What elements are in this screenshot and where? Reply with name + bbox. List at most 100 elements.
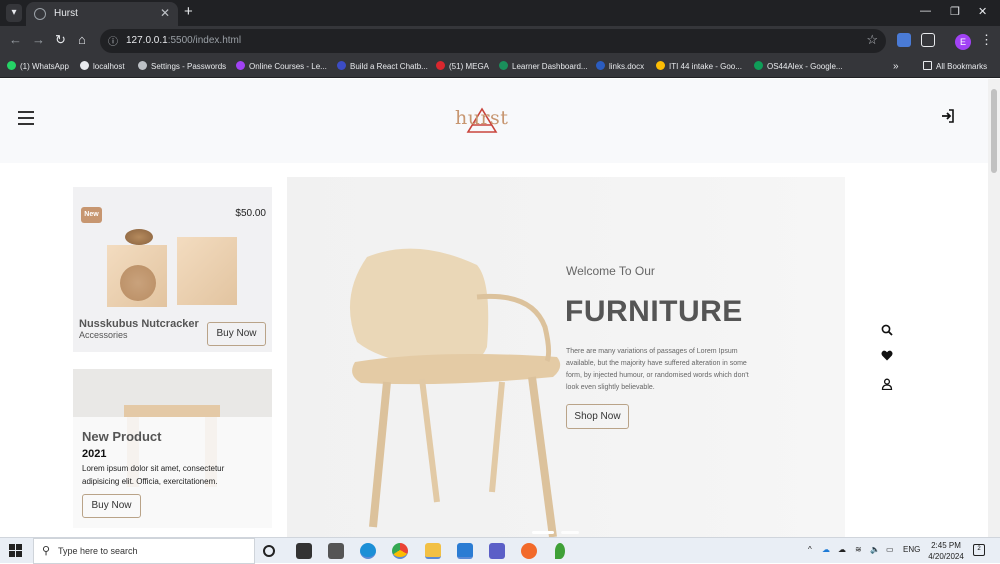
language-indicator[interactable]: ENG <box>903 545 920 554</box>
google-sheets-icon <box>754 61 763 70</box>
carousel-indicators <box>532 521 602 534</box>
taskbar-clock[interactable]: 2:45 PM 4/20/2024 <box>924 540 968 562</box>
product-category: Accessories <box>79 330 128 340</box>
tray-overflow-icon[interactable]: ^ <box>808 545 812 554</box>
profile-avatar[interactable]: E <box>955 34 971 50</box>
teams-icon[interactable] <box>489 543 505 559</box>
mail-icon[interactable] <box>328 543 344 559</box>
product-card-nutcracker[interactable]: New $50.00 Nusskubus Nutcracker Accessor… <box>73 187 272 352</box>
walnut-image <box>125 229 153 245</box>
new-tab-button[interactable]: + <box>184 3 193 20</box>
site-icon <box>337 61 346 70</box>
address-url[interactable]: 127.0.0.1:5500/index.html <box>126 35 241 46</box>
bookmark-item[interactable]: OS44Alex - Google... <box>754 60 843 74</box>
hero-banner: Welcome To Our FURNITURE There are many … <box>287 177 845 537</box>
site-header: hurst <box>0 79 988 163</box>
side-action-icons <box>881 324 895 394</box>
folder-icon <box>923 61 932 70</box>
home-button[interactable]: ⌂ <box>78 32 86 47</box>
clock-date: 4/20/2024 <box>928 552 964 561</box>
new-product-year: 2021 <box>82 448 107 460</box>
buy-now-button[interactable]: Buy Now <box>207 322 266 346</box>
all-bookmarks-folder[interactable]: All Bookmarks <box>923 60 987 74</box>
close-tab-icon[interactable]: ✕ <box>160 6 170 20</box>
web-page: hurst New $50.00 Nusskubus Nutcracker Ac… <box>0 79 988 537</box>
bookmark-label: OS44Alex - Google... <box>767 62 843 71</box>
bookmark-item[interactable]: Learner Dashboard... <box>499 60 588 74</box>
battery-icon[interactable]: ▭ <box>886 545 894 554</box>
address-bar[interactable]: ⓘ 127.0.0.1:5500/index.html ☆ <box>100 29 886 53</box>
bookmark-star-icon[interactable]: ☆ <box>866 32 878 48</box>
close-window-button[interactable]: ✕ <box>978 5 987 18</box>
bookmark-label: (51) MEGA <box>449 62 490 71</box>
bookmarks-overflow-icon[interactable]: » <box>893 60 899 74</box>
scrollbar-thumb[interactable] <box>991 89 997 173</box>
bookmark-item[interactable]: links.docx <box>596 60 644 74</box>
bookmark-item[interactable]: Online Courses - Le... <box>236 60 327 74</box>
logo-text: hurst <box>455 107 509 129</box>
hero-welcome-text: Welcome To Our <box>566 264 655 278</box>
search-icon[interactable] <box>881 324 893 339</box>
cloud-icon[interactable]: ☁ <box>838 545 846 554</box>
bookmark-item[interactable]: (51) MEGA <box>436 60 489 74</box>
heart-icon[interactable] <box>881 350 893 364</box>
bookmark-label: Build a React Chatb... <box>350 62 428 71</box>
minimize-button[interactable]: — <box>920 5 931 17</box>
new-badge: New <box>81 207 102 223</box>
restore-button[interactable]: ❐ <box>950 5 960 18</box>
notification-center-icon[interactable]: 2 <box>973 544 985 556</box>
bookmark-item[interactable]: ITI 44 intake - Goo... <box>656 60 742 74</box>
shop-now-button[interactable]: Shop Now <box>566 404 629 429</box>
extensions-puzzle-icon[interactable] <box>921 33 935 47</box>
task-view-icon[interactable] <box>263 545 275 557</box>
bookmark-label: Online Courses - Le... <box>249 62 327 71</box>
bookmark-label: Learner Dashboard... <box>512 62 588 71</box>
bookmark-label: ITI 44 intake - Goo... <box>669 62 742 71</box>
translate-extension-icon[interactable] <box>897 33 911 47</box>
reload-button[interactable]: ↻ <box>55 32 66 48</box>
file-explorer-icon[interactable] <box>425 543 441 559</box>
url-path: :5500/index.html <box>167 35 242 46</box>
mega-icon <box>436 61 445 70</box>
bookmark-item[interactable]: Build a React Chatb... <box>337 60 428 74</box>
wifi-icon[interactable]: ≋ <box>855 545 862 554</box>
sign-in-icon[interactable] <box>941 109 955 126</box>
volume-icon[interactable]: 🔈 <box>870 545 880 554</box>
forward-button[interactable]: → <box>32 32 45 47</box>
back-button[interactable]: ← <box>9 32 22 47</box>
onedrive-icon[interactable]: ☁ <box>822 545 830 554</box>
new-product-card[interactable]: New Product 2021 Lorem ipsum dolor sit a… <box>73 369 272 528</box>
carousel-indicator[interactable] <box>561 531 580 534</box>
windows-start-icon[interactable] <box>9 544 22 557</box>
hero-description: There are many variations of passages of… <box>566 348 749 391</box>
bookmark-item[interactable]: Settings - Passwords <box>138 60 226 74</box>
wooden-cube-image <box>177 237 237 305</box>
globe-icon <box>34 8 46 20</box>
all-bookmarks-label: All Bookmarks <box>936 62 988 71</box>
taskbar-search-box[interactable]: ⚲ Type here to search <box>33 538 255 564</box>
chrome-icon[interactable] <box>392 543 408 559</box>
tab-search-menu-button[interactable]: ▾ <box>6 4 22 22</box>
hamburger-menu-icon[interactable] <box>18 111 34 125</box>
browser-tab-bar: ▾ Hurst ✕ + — ❐ ✕ <box>0 0 1000 26</box>
vscode-icon[interactable] <box>457 543 473 559</box>
mongodb-icon[interactable] <box>555 543 565 559</box>
bookmark-label: (1) WhatsApp <box>20 62 69 71</box>
browser-menu-icon[interactable]: ⋮ <box>980 32 993 48</box>
tab-title: Hurst <box>54 8 78 19</box>
postman-icon[interactable] <box>521 543 537 559</box>
browser-tab[interactable]: Hurst ✕ <box>26 2 178 26</box>
site-logo[interactable]: hurst <box>455 105 511 133</box>
buy-now-button[interactable]: Buy Now <box>82 494 141 518</box>
edge-icon[interactable] <box>360 543 376 559</box>
url-host: 127.0.0.1 <box>126 35 168 46</box>
page-scrollbar[interactable] <box>988 79 1000 537</box>
user-icon[interactable] <box>881 378 893 393</box>
microsoft-store-icon[interactable] <box>296 543 312 559</box>
cube-hole <box>120 265 156 301</box>
bookmark-item[interactable]: localhost <box>80 60 125 74</box>
site-info-icon[interactable]: ⓘ <box>108 33 122 48</box>
bookmark-item[interactable]: (1) WhatsApp <box>7 60 69 74</box>
carousel-indicator-active[interactable] <box>532 531 554 534</box>
product-name: Nusskubus Nutcracker <box>79 318 199 330</box>
